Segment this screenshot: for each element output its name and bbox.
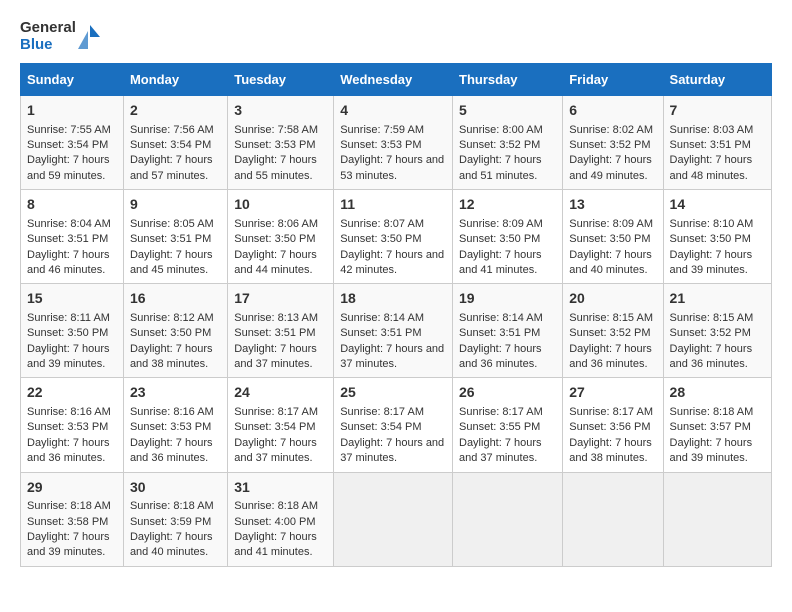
calendar-cell: 8Sunrise: 8:04 AMSunset: 3:51 PMDaylight…: [21, 190, 124, 284]
day-number: 18: [340, 289, 446, 309]
logo-text: General Blue: [20, 20, 100, 53]
day-number: 1: [27, 101, 117, 121]
header: General Blue: [20, 20, 772, 53]
header-row: SundayMondayTuesdayWednesdayThursdayFrid…: [21, 64, 772, 96]
logo-sail-icon: [78, 23, 100, 51]
calendar-cell: 7Sunrise: 8:03 AMSunset: 3:51 PMDaylight…: [663, 96, 771, 190]
calendar-cell: 9Sunrise: 8:05 AMSunset: 3:51 PMDaylight…: [123, 190, 227, 284]
week-row-3: 15Sunrise: 8:11 AMSunset: 3:50 PMDayligh…: [21, 284, 772, 378]
day-header-monday: Monday: [123, 64, 227, 96]
calendar-cell: 16Sunrise: 8:12 AMSunset: 3:50 PMDayligh…: [123, 284, 227, 378]
calendar-cell: [453, 472, 563, 566]
day-number: 19: [459, 289, 556, 309]
day-number: 25: [340, 383, 446, 403]
day-header-tuesday: Tuesday: [228, 64, 334, 96]
day-number: 21: [670, 289, 765, 309]
day-header-wednesday: Wednesday: [334, 64, 453, 96]
day-number: 30: [130, 478, 221, 498]
day-number: 20: [569, 289, 656, 309]
calendar-cell: 3Sunrise: 7:58 AMSunset: 3:53 PMDaylight…: [228, 96, 334, 190]
calendar-cell: 17Sunrise: 8:13 AMSunset: 3:51 PMDayligh…: [228, 284, 334, 378]
day-number: 16: [130, 289, 221, 309]
week-row-1: 1Sunrise: 7:55 AMSunset: 3:54 PMDaylight…: [21, 96, 772, 190]
day-number: 3: [234, 101, 327, 121]
day-number: 15: [27, 289, 117, 309]
day-number: 31: [234, 478, 327, 498]
day-number: 11: [340, 195, 446, 215]
calendar-cell: 13Sunrise: 8:09 AMSunset: 3:50 PMDayligh…: [563, 190, 663, 284]
calendar-cell: 6Sunrise: 8:02 AMSunset: 3:52 PMDaylight…: [563, 96, 663, 190]
calendar-cell: [663, 472, 771, 566]
calendar-table: SundayMondayTuesdayWednesdayThursdayFrid…: [20, 63, 772, 567]
calendar-cell: 18Sunrise: 8:14 AMSunset: 3:51 PMDayligh…: [334, 284, 453, 378]
day-number: 7: [670, 101, 765, 121]
day-number: 5: [459, 101, 556, 121]
day-number: 13: [569, 195, 656, 215]
calendar-cell: 23Sunrise: 8:16 AMSunset: 3:53 PMDayligh…: [123, 378, 227, 472]
day-number: 17: [234, 289, 327, 309]
day-number: 26: [459, 383, 556, 403]
calendar-cell: 21Sunrise: 8:15 AMSunset: 3:52 PMDayligh…: [663, 284, 771, 378]
day-number: 8: [27, 195, 117, 215]
calendar-cell: 1Sunrise: 7:55 AMSunset: 3:54 PMDaylight…: [21, 96, 124, 190]
calendar-cell: 4Sunrise: 7:59 AMSunset: 3:53 PMDaylight…: [334, 96, 453, 190]
day-header-saturday: Saturday: [663, 64, 771, 96]
calendar-cell: 24Sunrise: 8:17 AMSunset: 3:54 PMDayligh…: [228, 378, 334, 472]
calendar-cell: 14Sunrise: 8:10 AMSunset: 3:50 PMDayligh…: [663, 190, 771, 284]
calendar-cell: 12Sunrise: 8:09 AMSunset: 3:50 PMDayligh…: [453, 190, 563, 284]
week-row-5: 29Sunrise: 8:18 AMSunset: 3:58 PMDayligh…: [21, 472, 772, 566]
calendar-cell: 30Sunrise: 8:18 AMSunset: 3:59 PMDayligh…: [123, 472, 227, 566]
day-number: 22: [27, 383, 117, 403]
week-row-2: 8Sunrise: 8:04 AMSunset: 3:51 PMDaylight…: [21, 190, 772, 284]
calendar-cell: 2Sunrise: 7:56 AMSunset: 3:54 PMDaylight…: [123, 96, 227, 190]
day-number: 27: [569, 383, 656, 403]
day-number: 12: [459, 195, 556, 215]
calendar-cell: 5Sunrise: 8:00 AMSunset: 3:52 PMDaylight…: [453, 96, 563, 190]
calendar-cell: 26Sunrise: 8:17 AMSunset: 3:55 PMDayligh…: [453, 378, 563, 472]
calendar-cell: 10Sunrise: 8:06 AMSunset: 3:50 PMDayligh…: [228, 190, 334, 284]
day-number: 24: [234, 383, 327, 403]
day-number: 23: [130, 383, 221, 403]
day-number: 29: [27, 478, 117, 498]
week-row-4: 22Sunrise: 8:16 AMSunset: 3:53 PMDayligh…: [21, 378, 772, 472]
day-number: 9: [130, 195, 221, 215]
calendar-cell: 25Sunrise: 8:17 AMSunset: 3:54 PMDayligh…: [334, 378, 453, 472]
day-number: 28: [670, 383, 765, 403]
calendar-cell: 28Sunrise: 8:18 AMSunset: 3:57 PMDayligh…: [663, 378, 771, 472]
day-header-friday: Friday: [563, 64, 663, 96]
calendar-cell: 19Sunrise: 8:14 AMSunset: 3:51 PMDayligh…: [453, 284, 563, 378]
calendar-cell: 27Sunrise: 8:17 AMSunset: 3:56 PMDayligh…: [563, 378, 663, 472]
calendar-cell: 31Sunrise: 8:18 AMSunset: 4:00 PMDayligh…: [228, 472, 334, 566]
day-number: 6: [569, 101, 656, 121]
calendar-cell: 22Sunrise: 8:16 AMSunset: 3:53 PMDayligh…: [21, 378, 124, 472]
logo: General Blue: [20, 20, 100, 53]
day-header-thursday: Thursday: [453, 64, 563, 96]
day-number: 2: [130, 101, 221, 121]
day-number: 14: [670, 195, 765, 215]
calendar-cell: 11Sunrise: 8:07 AMSunset: 3:50 PMDayligh…: [334, 190, 453, 284]
calendar-cell: [563, 472, 663, 566]
day-number: 4: [340, 101, 446, 121]
calendar-cell: [334, 472, 453, 566]
day-header-sunday: Sunday: [21, 64, 124, 96]
calendar-cell: 29Sunrise: 8:18 AMSunset: 3:58 PMDayligh…: [21, 472, 124, 566]
calendar-cell: 15Sunrise: 8:11 AMSunset: 3:50 PMDayligh…: [21, 284, 124, 378]
calendar-cell: 20Sunrise: 8:15 AMSunset: 3:52 PMDayligh…: [563, 284, 663, 378]
day-number: 10: [234, 195, 327, 215]
